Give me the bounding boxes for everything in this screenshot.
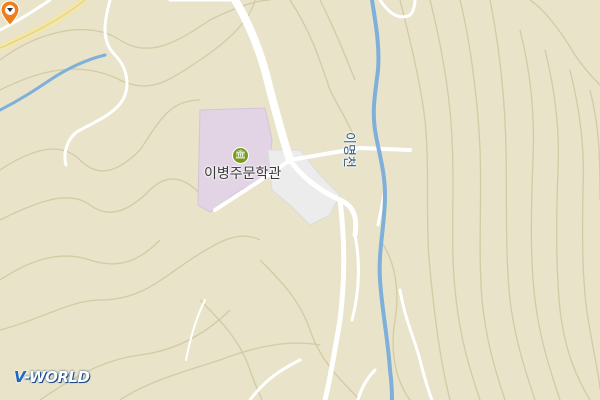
- poi-label[interactable]: 이병주문학관: [204, 163, 281, 183]
- location-pin-icon[interactable]: [0, 0, 20, 26]
- vworld-logo: V-WORLD: [14, 368, 90, 386]
- map-view[interactable]: 🏛 이병주문학관 이명천 천 V-WORLD: [0, 0, 600, 400]
- museum-icon[interactable]: 🏛: [232, 147, 249, 164]
- river-label: 이명천: [341, 132, 356, 168]
- map-base: [0, 0, 600, 400]
